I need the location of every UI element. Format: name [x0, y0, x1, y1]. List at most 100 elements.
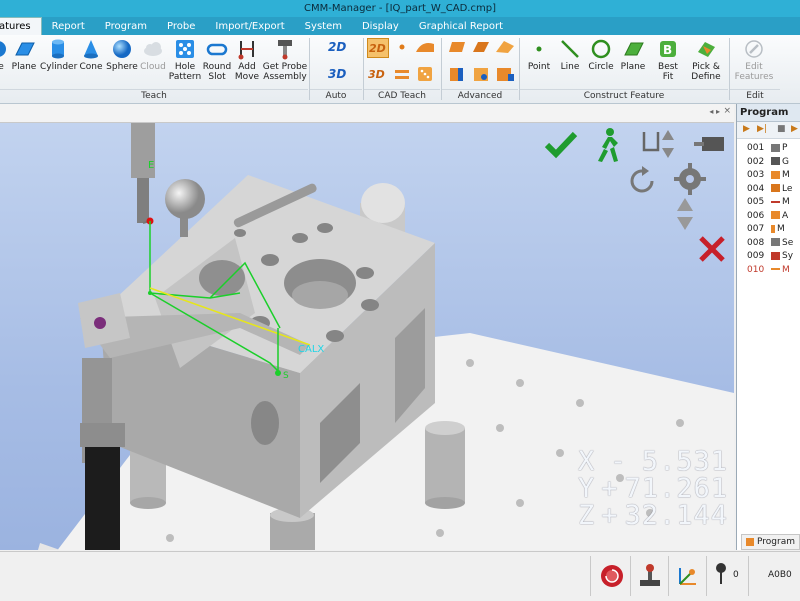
assembly-label: Assembly	[263, 72, 307, 82]
svg-text:B: B	[663, 43, 672, 57]
advanced-6-icon	[494, 65, 516, 83]
round-label: Round	[202, 62, 232, 72]
advanced-3-icon	[494, 38, 516, 56]
more-icon[interactable]: ▶	[791, 124, 798, 134]
construct-point-button[interactable]: Point	[526, 38, 552, 72]
tab-probe[interactable]: Probe	[157, 18, 205, 35]
program-row[interactable]: 009 Sy	[737, 250, 800, 264]
construct-line-label: Line	[560, 62, 580, 72]
advanced-5-button[interactable]	[470, 65, 492, 85]
pick-define-button[interactable]: Pick & Define	[688, 38, 724, 82]
program-row[interactable]: 001 P	[737, 142, 800, 156]
z-sign: +	[601, 500, 619, 531]
probe-holder-icon[interactable]	[694, 133, 728, 158]
program-row[interactable]: 005 M	[737, 196, 800, 210]
cloud-icon	[142, 38, 164, 60]
axes-move-icon[interactable]	[676, 562, 700, 591]
construct-point-label: Point	[527, 62, 551, 72]
view-rotate-updown-icon[interactable]	[640, 128, 684, 163]
status-code: A0B0	[768, 570, 792, 580]
auto-feature-2d-button[interactable]: 2D	[322, 38, 350, 56]
point-icon	[528, 38, 550, 60]
advanced-2-button[interactable]	[470, 38, 492, 58]
program-row[interactable]: 004 Le	[737, 183, 800, 197]
point-label: S	[283, 371, 289, 381]
program-row[interactable]: 003 M	[737, 169, 800, 183]
cone-teach-button[interactable]: Cone	[78, 38, 104, 72]
advanced-6-button[interactable]	[494, 65, 516, 85]
program-row[interactable]: 007 M	[737, 223, 800, 237]
cad-viewport[interactable]: E S CALX X -5.531 Y +71.261 Z +32.144	[0, 123, 734, 550]
best-fit-button[interactable]: B Best Fit	[654, 38, 682, 82]
cad-dice-icon	[414, 65, 436, 83]
add-move-button[interactable]: Add Move	[234, 38, 260, 82]
refresh-rotate-icon[interactable]	[626, 165, 658, 200]
hole-pattern-button[interactable]: Hole Pattern	[168, 38, 202, 82]
y-value: 71.261	[624, 473, 728, 504]
cad-dice-button[interactable]	[413, 65, 437, 85]
advanced-3-button[interactable]	[494, 38, 516, 58]
auto-feature-3d-button[interactable]: 3D	[322, 65, 350, 83]
program-step-icon	[771, 143, 780, 152]
cad-2d-button[interactable]: 2D	[367, 38, 389, 60]
joystick-icon[interactable]	[638, 562, 662, 591]
advanced-1-button[interactable]	[446, 38, 468, 58]
scroll-arrows-icon[interactable]: ◂ ▸	[709, 107, 720, 116]
tab-system[interactable]: System	[295, 18, 352, 35]
emergency-stop-icon[interactable]	[600, 564, 624, 591]
accept-check-icon[interactable]	[544, 131, 578, 162]
cancel-x-icon[interactable]	[698, 235, 726, 266]
cad-teach-group-label: CAD Teach	[364, 89, 440, 103]
program-row[interactable]: 002 G	[737, 156, 800, 170]
program-step-icon	[771, 200, 780, 203]
zoom-updown-icon[interactable]	[674, 197, 696, 234]
program-step-icon	[771, 268, 780, 270]
plane-teach-button[interactable]: Plane	[10, 38, 38, 72]
cad-surface-button[interactable]	[413, 38, 437, 58]
sphere-teach-label: Sphere	[106, 62, 138, 72]
sphere-teach-button[interactable]: Sphere	[106, 38, 138, 72]
auto-2d-icon: 2D	[325, 38, 347, 54]
line-teach-label: e	[0, 62, 4, 72]
probe-status-icon	[714, 562, 728, 591]
settings-gear-icon[interactable]	[674, 163, 706, 198]
run-person-icon[interactable]	[592, 127, 622, 166]
line-green-icon	[559, 38, 581, 60]
program-step-icon	[771, 224, 775, 233]
tab-import-export[interactable]: Import/Export	[205, 18, 294, 35]
hole-label: Hole	[174, 62, 196, 72]
line-teach-button[interactable]: e	[0, 38, 8, 72]
program-row-selected[interactable]: 010 M	[737, 264, 800, 278]
advanced-4-button[interactable]	[446, 65, 468, 85]
svg-text:3D: 3D	[328, 67, 346, 81]
stop-icon[interactable]: ■	[777, 124, 786, 134]
tab-display[interactable]: Display	[352, 18, 409, 35]
step-icon[interactable]: ▶|	[757, 124, 767, 134]
cad-parallel-button[interactable]	[393, 65, 411, 85]
get-probe-assembly-button[interactable]: Get Probe Assembly	[262, 38, 308, 82]
cylinder-teach-button[interactable]: Cylinder	[40, 38, 77, 72]
construct-plane-button[interactable]: Plane	[619, 38, 647, 72]
construct-line-button[interactable]: Line	[557, 38, 583, 72]
cloud-teach-button[interactable]: Cloud	[139, 38, 167, 72]
tab-graphical-report[interactable]: Graphical Report	[409, 18, 513, 35]
plane-teach-label: Plane	[11, 62, 37, 72]
tab-features[interactable]: atures	[0, 17, 42, 35]
program-row[interactable]: 006 A	[737, 210, 800, 224]
program-footer-tab[interactable]: Program	[741, 534, 800, 550]
cylinder-icon	[47, 38, 69, 60]
plane-icon	[13, 38, 35, 60]
cad-point-button[interactable]	[394, 38, 410, 58]
tab-report[interactable]: Report	[42, 18, 95, 35]
close-icon[interactable]: ×	[723, 106, 731, 116]
construct-circle-button[interactable]: Circle	[587, 38, 615, 72]
edit-features-button[interactable]: Edit Features	[731, 38, 777, 82]
get-probe-label: Get Probe	[262, 62, 308, 72]
tab-program[interactable]: Program	[95, 18, 157, 35]
add-label: Add	[238, 62, 256, 72]
program-row[interactable]: 008 Se	[737, 237, 800, 251]
y-label: Y	[578, 473, 596, 504]
round-slot-button[interactable]: Round Slot	[202, 38, 232, 82]
play-icon[interactable]: ▶	[743, 124, 750, 134]
cad-3d-button[interactable]: 3D	[367, 65, 389, 85]
